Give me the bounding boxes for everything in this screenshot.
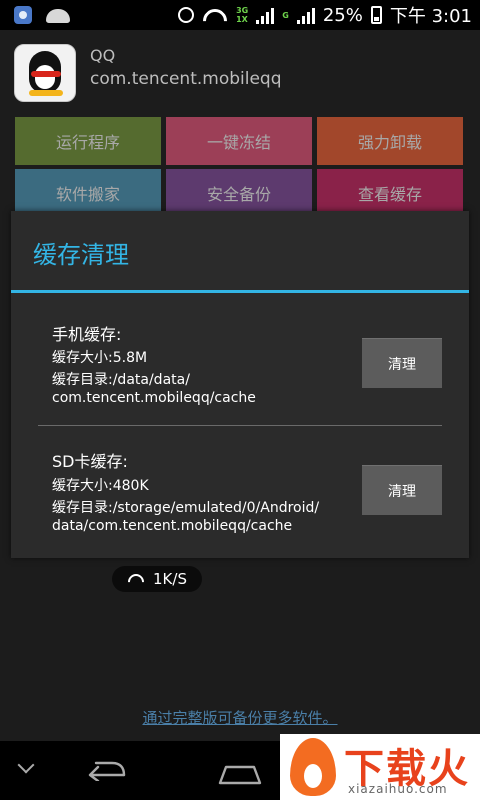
signal-bars-icon: [256, 6, 275, 24]
home-icon[interactable]: [214, 763, 266, 785]
network-speed-value: 1K/S: [153, 570, 187, 588]
chevron-down-icon[interactable]: [17, 756, 35, 774]
back-icon[interactable]: [84, 759, 128, 781]
clock: 下午 3:01: [389, 6, 472, 27]
phone-cache-size: 缓存大小:5.8M: [52, 350, 148, 366]
backup-button[interactable]: 安全备份: [166, 169, 312, 217]
view-cache-button[interactable]: 查看缓存: [317, 169, 463, 217]
status-bar: 3G 1X G 25% 下午 3:01: [0, 0, 480, 30]
network-type: 3G 1X: [236, 6, 248, 24]
signal-bars-2-icon: [296, 6, 315, 24]
move-app-button[interactable]: 软件搬家: [15, 169, 161, 217]
app-name: QQ: [90, 46, 116, 65]
watermark-url: xiazaihuo.com: [348, 782, 448, 796]
sd-cache-heading: SD卡缓存:: [52, 452, 128, 471]
uninstall-button[interactable]: 强力卸载: [317, 117, 463, 165]
title-divider: [11, 290, 469, 293]
battery-icon: [370, 6, 382, 24]
sd-cache-dir-line1: 缓存目录:/storage/emulated/0/Android/: [52, 500, 320, 516]
network-speed-indicator: 1K/S: [112, 566, 202, 592]
network-g-label: G: [282, 10, 289, 20]
clean-phone-cache-button[interactable]: 清理: [362, 338, 442, 388]
penguin-feet: [29, 90, 63, 96]
clean-sd-cache-button[interactable]: 清理: [362, 465, 442, 515]
android-icon: [46, 9, 70, 23]
network-1x-label: 1X: [236, 15, 248, 24]
run-app-button[interactable]: 运行程序: [15, 117, 161, 165]
sd-cache-size: 缓存大小:480K: [52, 478, 149, 494]
penguin-belly: [35, 65, 55, 89]
phone-cache-dir-line1: 缓存目录:/data/data/: [52, 372, 190, 388]
flame-inner: [304, 764, 322, 788]
wifi-icon: [202, 7, 228, 23]
penguin-scarf: [31, 71, 61, 77]
phone-cache-dir-line2: com.tencent.mobileqq/cache: [52, 390, 256, 406]
qq-app-icon: [14, 44, 76, 102]
watermark-logo: 下载火 xiazaihuo.com: [280, 734, 480, 800]
network-g: G: [282, 11, 289, 20]
dialog-title: 缓存清理: [33, 241, 129, 269]
freeze-button[interactable]: 一键冻结: [166, 117, 312, 165]
screenshot-app-icon: [14, 6, 32, 24]
app-package: com.tencent.mobileqq: [90, 69, 282, 89]
wifi-icon: [127, 573, 145, 585]
alarm-icon: [178, 7, 195, 23]
cache-clean-dialog: 缓存清理 手机缓存: 缓存大小:5.8M 缓存目录:/data/data/ co…: [11, 211, 469, 558]
battery-percent: 25%: [322, 4, 363, 26]
full-version-link[interactable]: 通过完整版可备份更多软件。: [0, 707, 480, 728]
sd-cache-dir-line2: data/com.tencent.mobileqq/cache: [52, 518, 293, 534]
section-divider: [38, 425, 442, 426]
network-3g-label: 3G: [236, 6, 249, 15]
phone-cache-heading: 手机缓存:: [52, 325, 122, 344]
